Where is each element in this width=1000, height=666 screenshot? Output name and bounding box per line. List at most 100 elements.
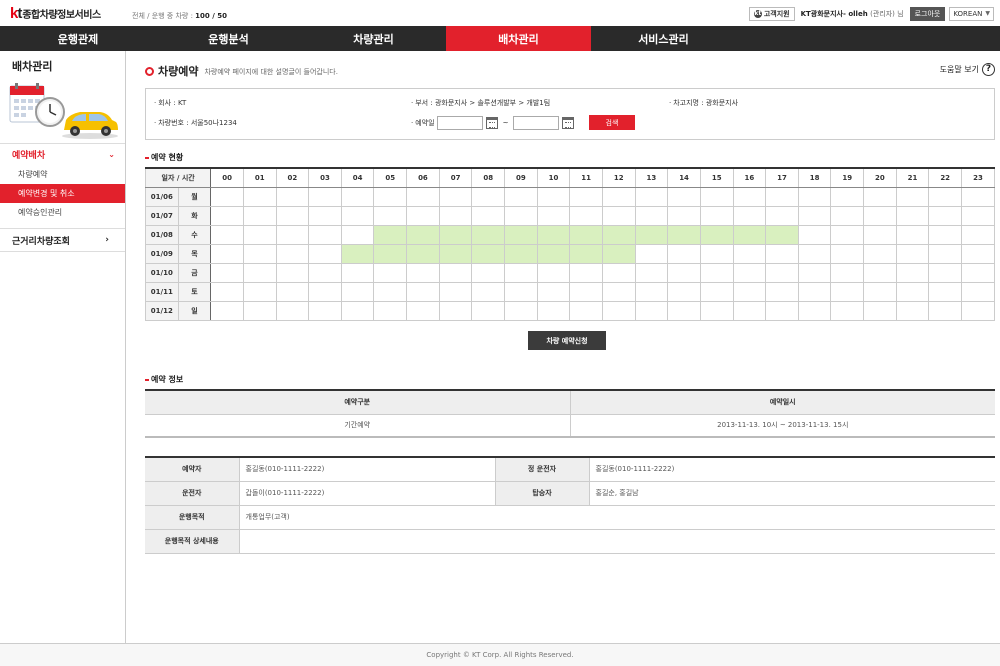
grid-cell[interactable] (406, 205, 440, 226)
grid-cell[interactable] (699, 300, 734, 321)
grid-cell[interactable] (601, 205, 636, 226)
grid-cell[interactable] (830, 224, 865, 245)
grid-cell[interactable] (340, 224, 375, 245)
grid-cell[interactable] (210, 300, 244, 321)
grid-cell-booked[interactable] (536, 243, 571, 264)
grid-cell[interactable] (569, 186, 603, 207)
grid-cell[interactable] (634, 262, 669, 283)
grid-cell[interactable] (797, 186, 832, 207)
grid-cell[interactable] (308, 300, 342, 321)
grid-cell[interactable] (601, 300, 636, 321)
grid-cell[interactable] (308, 262, 342, 283)
grid-cell[interactable] (667, 281, 701, 302)
grid-cell[interactable] (569, 300, 603, 321)
grid-cell[interactable] (961, 300, 995, 321)
search-button[interactable]: 검색 (589, 115, 635, 130)
grid-cell[interactable] (895, 243, 930, 264)
grid-cell[interactable] (699, 262, 734, 283)
grid-cell[interactable] (961, 281, 995, 302)
grid-cell[interactable] (667, 186, 701, 207)
grid-cell-booked[interactable] (634, 224, 669, 245)
calendar-icon[interactable] (562, 117, 575, 129)
grid-cell[interactable] (830, 281, 865, 302)
grid-cell[interactable] (406, 300, 440, 321)
grid-cell[interactable] (667, 205, 701, 226)
grid-cell[interactable] (732, 262, 767, 283)
grid-cell-booked[interactable] (732, 224, 767, 245)
grid-cell[interactable] (210, 262, 244, 283)
grid-cell[interactable] (863, 243, 897, 264)
grid-cell[interactable] (536, 300, 571, 321)
grid-cell[interactable] (699, 186, 734, 207)
grid-cell-booked[interactable] (569, 243, 603, 264)
grid-cell[interactable] (210, 281, 244, 302)
grid-cell[interactable] (732, 300, 767, 321)
grid-cell[interactable] (242, 186, 277, 207)
grid-cell[interactable] (797, 300, 832, 321)
grid-cell[interactable] (863, 205, 897, 226)
grid-cell[interactable] (569, 205, 603, 226)
sidebar-item-vehicle-reservation[interactable]: 차량예약 (0, 165, 125, 184)
sidebar-item-approval[interactable]: 예약승인관리 (0, 203, 125, 222)
grid-cell-booked[interactable] (765, 224, 799, 245)
grid-cell-booked[interactable] (504, 243, 538, 264)
grid-cell[interactable] (634, 186, 669, 207)
sidebar-item-change-cancel[interactable]: 예약변경 및 취소 (0, 184, 125, 203)
grid-cell-booked[interactable] (373, 224, 408, 245)
grid-cell[interactable] (438, 281, 473, 302)
grid-cell[interactable] (765, 186, 799, 207)
help-button[interactable]: 도움말 보기 ? (940, 63, 995, 76)
grid-cell[interactable] (961, 186, 995, 207)
grid-cell[interactable] (471, 262, 506, 283)
grid-cell[interactable] (634, 205, 669, 226)
grid-cell[interactable] (438, 300, 473, 321)
grid-cell[interactable] (765, 281, 799, 302)
grid-cell[interactable] (863, 224, 897, 245)
grid-cell[interactable] (504, 186, 538, 207)
grid-cell[interactable] (536, 262, 571, 283)
grid-cell[interactable] (732, 281, 767, 302)
grid-cell[interactable] (863, 281, 897, 302)
grid-cell[interactable] (601, 186, 636, 207)
grid-cell[interactable] (928, 262, 963, 283)
grid-cell[interactable] (863, 300, 897, 321)
grid-cell[interactable] (242, 205, 277, 226)
grid-cell[interactable] (765, 300, 799, 321)
sidebar-group-nearby-vehicles[interactable]: 근거리차량조회 › (0, 228, 125, 252)
grid-cell[interactable] (504, 205, 538, 226)
grid-cell[interactable] (438, 262, 473, 283)
grid-cell-booked[interactable] (406, 243, 440, 264)
grid-cell[interactable] (242, 262, 277, 283)
grid-cell[interactable] (438, 186, 473, 207)
grid-cell[interactable] (765, 205, 799, 226)
grid-cell[interactable] (340, 281, 375, 302)
grid-cell[interactable] (830, 262, 865, 283)
vehicle-reservation-apply-button[interactable]: 차량 예약신청 (528, 331, 606, 350)
grid-cell[interactable] (275, 281, 310, 302)
grid-cell[interactable] (406, 262, 440, 283)
grid-cell[interactable] (210, 205, 244, 226)
grid-cell[interactable] (863, 262, 897, 283)
grid-cell[interactable] (275, 262, 310, 283)
grid-cell-booked[interactable] (406, 224, 440, 245)
grid-cell[interactable] (797, 205, 832, 226)
grid-cell[interactable] (308, 186, 342, 207)
grid-cell[interactable] (471, 300, 506, 321)
grid-cell[interactable] (340, 262, 375, 283)
grid-cell[interactable] (340, 205, 375, 226)
grid-cell-booked[interactable] (601, 243, 636, 264)
grid-cell[interactable] (830, 186, 865, 207)
grid-cell[interactable] (275, 205, 310, 226)
grid-cell[interactable] (830, 243, 865, 264)
grid-cell[interactable] (928, 243, 963, 264)
grid-cell[interactable] (765, 262, 799, 283)
grid-cell-booked[interactable] (667, 224, 701, 245)
grid-cell[interactable] (961, 243, 995, 264)
grid-cell[interactable] (928, 281, 963, 302)
grid-cell[interactable] (373, 281, 408, 302)
grid-cell[interactable] (536, 205, 571, 226)
grid-cell[interactable] (797, 262, 832, 283)
grid-cell[interactable] (830, 205, 865, 226)
grid-cell-booked[interactable] (504, 224, 538, 245)
grid-cell-booked[interactable] (438, 224, 473, 245)
